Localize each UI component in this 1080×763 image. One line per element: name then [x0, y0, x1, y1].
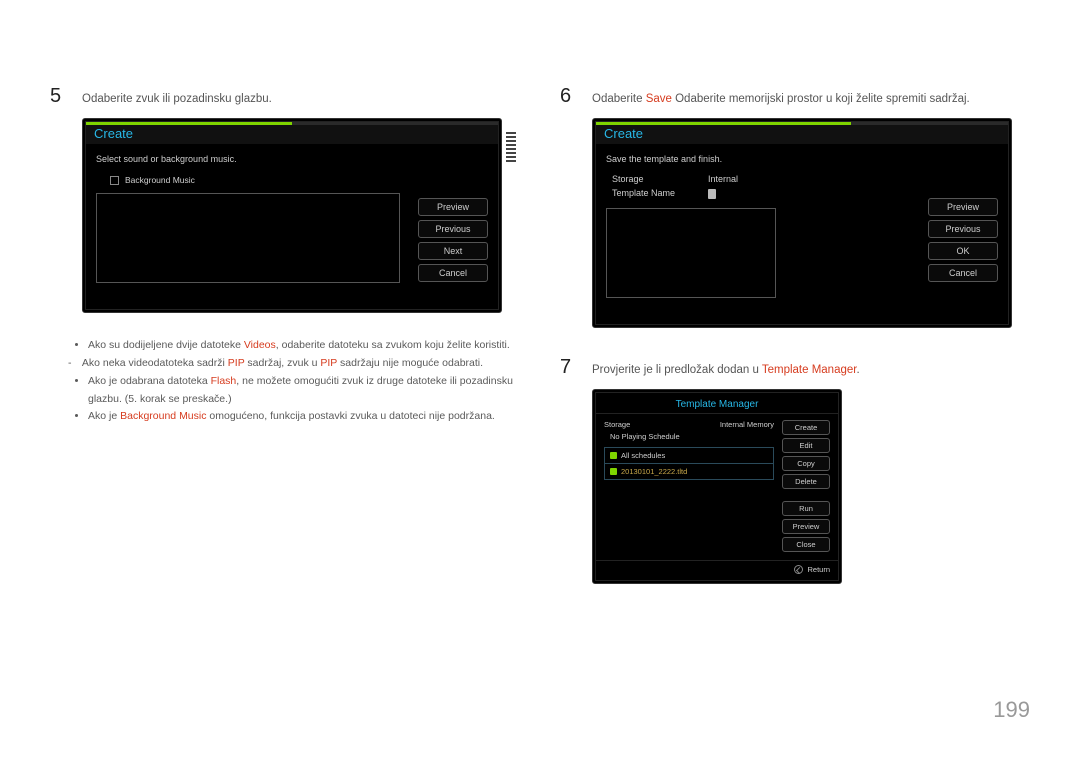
next-button[interactable]: Next	[418, 242, 488, 260]
cancel-button[interactable]: Cancel	[928, 264, 998, 282]
preview-button[interactable]: Preview	[418, 198, 488, 216]
previous-button[interactable]: Previous	[928, 220, 998, 238]
tm-list-box: All schedules 20130101_2222.tltd	[604, 447, 774, 480]
screen1-title-bar: Create	[86, 122, 498, 144]
pip-red-2: PIP	[320, 357, 337, 369]
step7-row: 7 Provjerite je li predložak dodan u Tem…	[560, 356, 1030, 379]
page-number: 199	[993, 697, 1030, 723]
checkbox-icon[interactable]	[110, 176, 119, 185]
screen1-button-col: Preview Previous Next Cancel	[418, 198, 488, 283]
storage-value: Internal	[708, 174, 738, 184]
storage-label: Storage	[612, 174, 702, 184]
tm-delete-button[interactable]: Delete	[782, 474, 830, 489]
step7-text: Provjerite je li predložak dodan u Templ…	[592, 364, 860, 376]
tm-run-button[interactable]: Run	[782, 501, 830, 516]
screen2-button-col: Preview Previous OK Cancel	[928, 198, 998, 298]
step5-text: Odaberite zvuk ili pozadinsku glazbu.	[82, 93, 272, 105]
return-icon	[794, 565, 803, 574]
tm-return-label: Return	[807, 565, 830, 574]
screen1-instruction: Select sound or background music.	[96, 154, 488, 164]
background-music-checkbox-row[interactable]: Background Music	[110, 175, 400, 185]
step5-row: 5 Odaberite zvuk ili pozadinsku glazbu.	[50, 85, 520, 108]
videos-red: Videos	[244, 339, 276, 351]
pip-red: PIP	[228, 357, 245, 369]
tm-create-button[interactable]: Create	[782, 420, 830, 435]
tm-storage-label: Storage	[604, 420, 630, 429]
columns: 5 Odaberite zvuk ili pozadinsku glazbu. …	[50, 85, 1030, 584]
tm-storage-row: Storage Internal Memory	[604, 420, 774, 429]
device1-wrap: Create Select sound or background music.…	[50, 118, 520, 313]
tm-button-column: Create Edit Copy Delete Run Preview Clos…	[782, 420, 830, 552]
progress-bar-icon	[86, 122, 292, 125]
preview-area	[606, 208, 776, 298]
step5-number: 5	[50, 85, 68, 108]
step6-row: 6 Odaberite Save Odaberite memorijski pr…	[560, 85, 1030, 108]
device-create-save: Create Save the template and ﬁnish. Stor…	[592, 118, 1012, 328]
bullet-1-sub: Ako neka videodatoteka sadrži PIP sadrža…	[86, 355, 520, 373]
background-music-label: Background Music	[125, 175, 195, 185]
bullet-2: Ako je odabrana datoteka Flash, ne možet…	[88, 373, 520, 409]
square-icon	[610, 452, 617, 459]
bullet-3: Ako je Background Music omogućeno, funkc…	[88, 408, 520, 426]
screen1: Create Select sound or background music.…	[85, 121, 499, 310]
screen1-title: Create	[94, 126, 133, 141]
previous-button[interactable]: Previous	[418, 220, 488, 238]
tm-all-schedules[interactable]: All schedules	[605, 448, 773, 463]
right-column: 6 Odaberite Save Odaberite memorijski pr…	[560, 85, 1030, 584]
ok-button[interactable]: OK	[928, 242, 998, 260]
document-icon	[708, 189, 716, 199]
template-manager-red: Template Manager	[762, 364, 857, 376]
cancel-button[interactable]: Cancel	[418, 264, 488, 282]
step6-text: Odaberite Save Odaberite memorijski pros…	[592, 93, 970, 105]
tm-close-button[interactable]: Close	[782, 537, 830, 552]
tm-copy-button[interactable]: Copy	[782, 456, 830, 471]
square-icon	[610, 468, 617, 475]
tm-preview-button[interactable]: Preview	[782, 519, 830, 534]
screen2-instruction: Save the template and ﬁnish.	[606, 154, 998, 164]
screen3: Template Manager Storage Internal Memory…	[595, 392, 839, 581]
tm-return-row[interactable]: Return	[596, 560, 838, 580]
tm-edit-button[interactable]: Edit	[782, 438, 830, 453]
preview-area	[96, 193, 400, 283]
template-name-label: Template Name	[612, 188, 702, 200]
screen2-title: Create	[604, 126, 643, 141]
device3-wrap: Template Manager Storage Internal Memory…	[560, 389, 1030, 584]
screen2: Create Save the template and ﬁnish. Stor…	[595, 121, 1009, 325]
left-bullets: Ako su dodijeljene dvije datoteke Videos…	[76, 337, 520, 426]
bgm-red: Background Music	[120, 410, 206, 422]
device2-wrap: Create Save the template and ﬁnish. Stor…	[560, 118, 1030, 328]
step7-number: 7	[560, 356, 578, 379]
step6-number: 6	[560, 85, 578, 108]
flash-red: Flash	[211, 375, 237, 387]
template-name-row: Template Name	[612, 188, 910, 200]
preview-button[interactable]: Preview	[928, 198, 998, 216]
tm-title: Template Manager	[596, 393, 838, 414]
tm-item-selected[interactable]: 20130101_2222.tltd	[605, 464, 773, 479]
left-column: 5 Odaberite zvuk ili pozadinsku glazbu. …	[50, 85, 520, 584]
device-side-buttons-icon	[506, 132, 518, 162]
device-template-manager: Template Manager Storage Internal Memory…	[592, 389, 842, 584]
save-red: Save	[646, 93, 672, 105]
tm-storage-value: Internal Memory	[720, 420, 774, 429]
bullet-1: Ako su dodijeljene dvije datoteke Videos…	[88, 337, 520, 355]
page: 5 Odaberite zvuk ili pozadinsku glazbu. …	[0, 0, 1080, 763]
storage-row: Storage Internal	[612, 174, 910, 184]
tm-no-schedule: No Playing Schedule	[610, 432, 774, 441]
device-create-sound: Create Select sound or background music.…	[82, 118, 502, 313]
progress-bar-icon	[596, 122, 851, 125]
screen2-title-bar: Create	[596, 122, 1008, 144]
